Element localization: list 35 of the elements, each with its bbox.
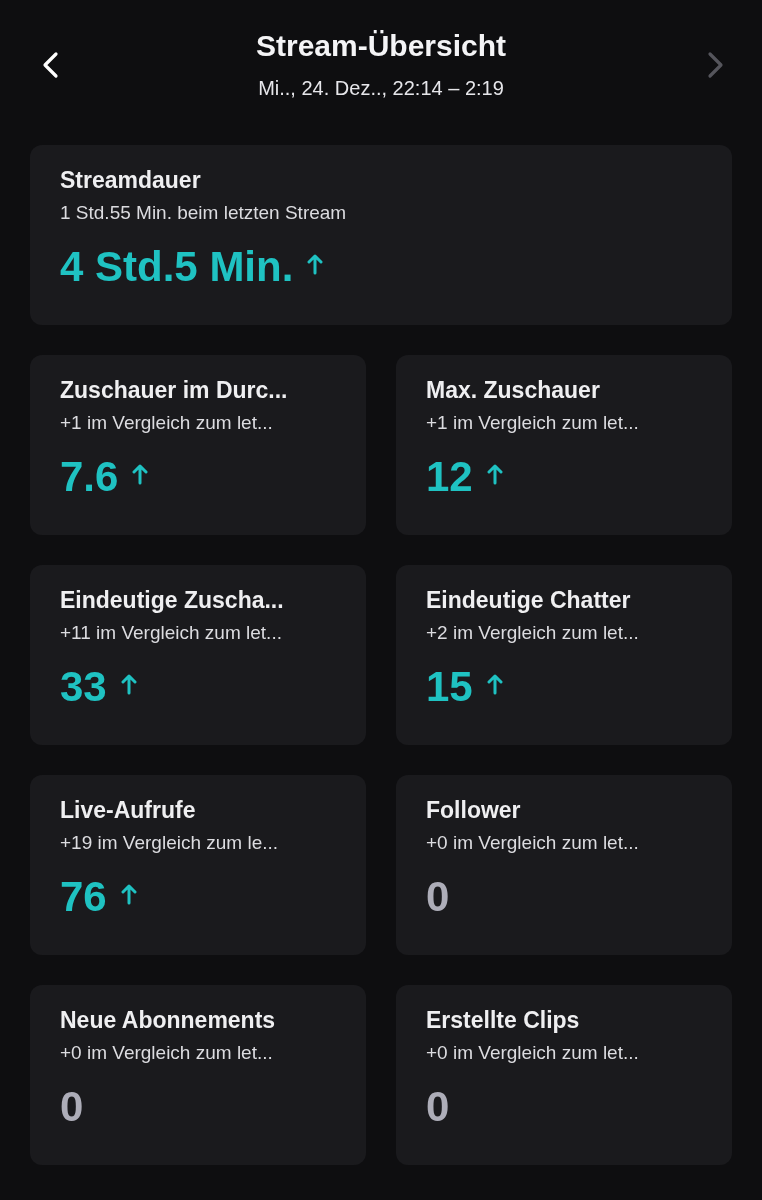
stat-value: 33 (60, 666, 107, 708)
date-range: Mi.., 24. Dez.., 22:14 – 2:19 (258, 77, 504, 100)
stat-title: Eindeutige Chatter (426, 587, 632, 614)
stat-value: 4 Std.5 Min. (60, 246, 294, 288)
arrow-up-icon (307, 253, 324, 275)
stat-comparison: +0 im Vergleich zum let... (426, 1042, 640, 1064)
stat-title: Eindeutige Zuscha... (60, 587, 285, 614)
stat-title: Zuschauer im Durc... (60, 377, 289, 404)
stat-title: Erstellte Clips (426, 1007, 581, 1034)
stat-comparison: +0 im Vergleich zum let... (60, 1042, 274, 1064)
arrow-up-icon (132, 463, 149, 485)
stat-comparison: 1 Std.55 Min. beim letzten Stream (60, 202, 348, 224)
arrow-up-icon (120, 673, 137, 695)
stat-comparison: +11 im Vergleich zum let... (60, 622, 283, 644)
arrow-up-icon (486, 463, 503, 485)
stat-comparison: +1 im Vergleich zum let... (426, 412, 640, 434)
stat-comparison: +0 im Vergleich zum let... (426, 832, 640, 854)
stat-title: Streamdauer (60, 167, 202, 194)
stat-value: 7.6 (60, 456, 119, 498)
stat-value: 15 (426, 666, 473, 708)
stat-value: 0 (426, 1086, 450, 1128)
stat-value: 0 (426, 876, 450, 918)
page-title: Stream-Übersicht (255, 29, 507, 63)
stat-comparison: +2 im Vergleich zum let... (426, 622, 640, 644)
stat-value: 12 (426, 456, 473, 498)
stat-comparison: +1 im Vergleich zum let... (60, 412, 274, 434)
arrow-up-icon (120, 883, 137, 905)
stat-title: Live-Aufrufe (60, 797, 197, 824)
stat-value: 0 (60, 1086, 84, 1128)
stat-value: 76 (60, 876, 107, 918)
stat-title: Neue Abonnements (60, 1007, 277, 1034)
stat-comparison: +19 im Vergleich zum le... (60, 832, 280, 854)
stat-title: Follower (426, 797, 522, 824)
arrow-up-icon (486, 673, 503, 695)
stat-title: Max. Zuschauer (426, 377, 601, 404)
